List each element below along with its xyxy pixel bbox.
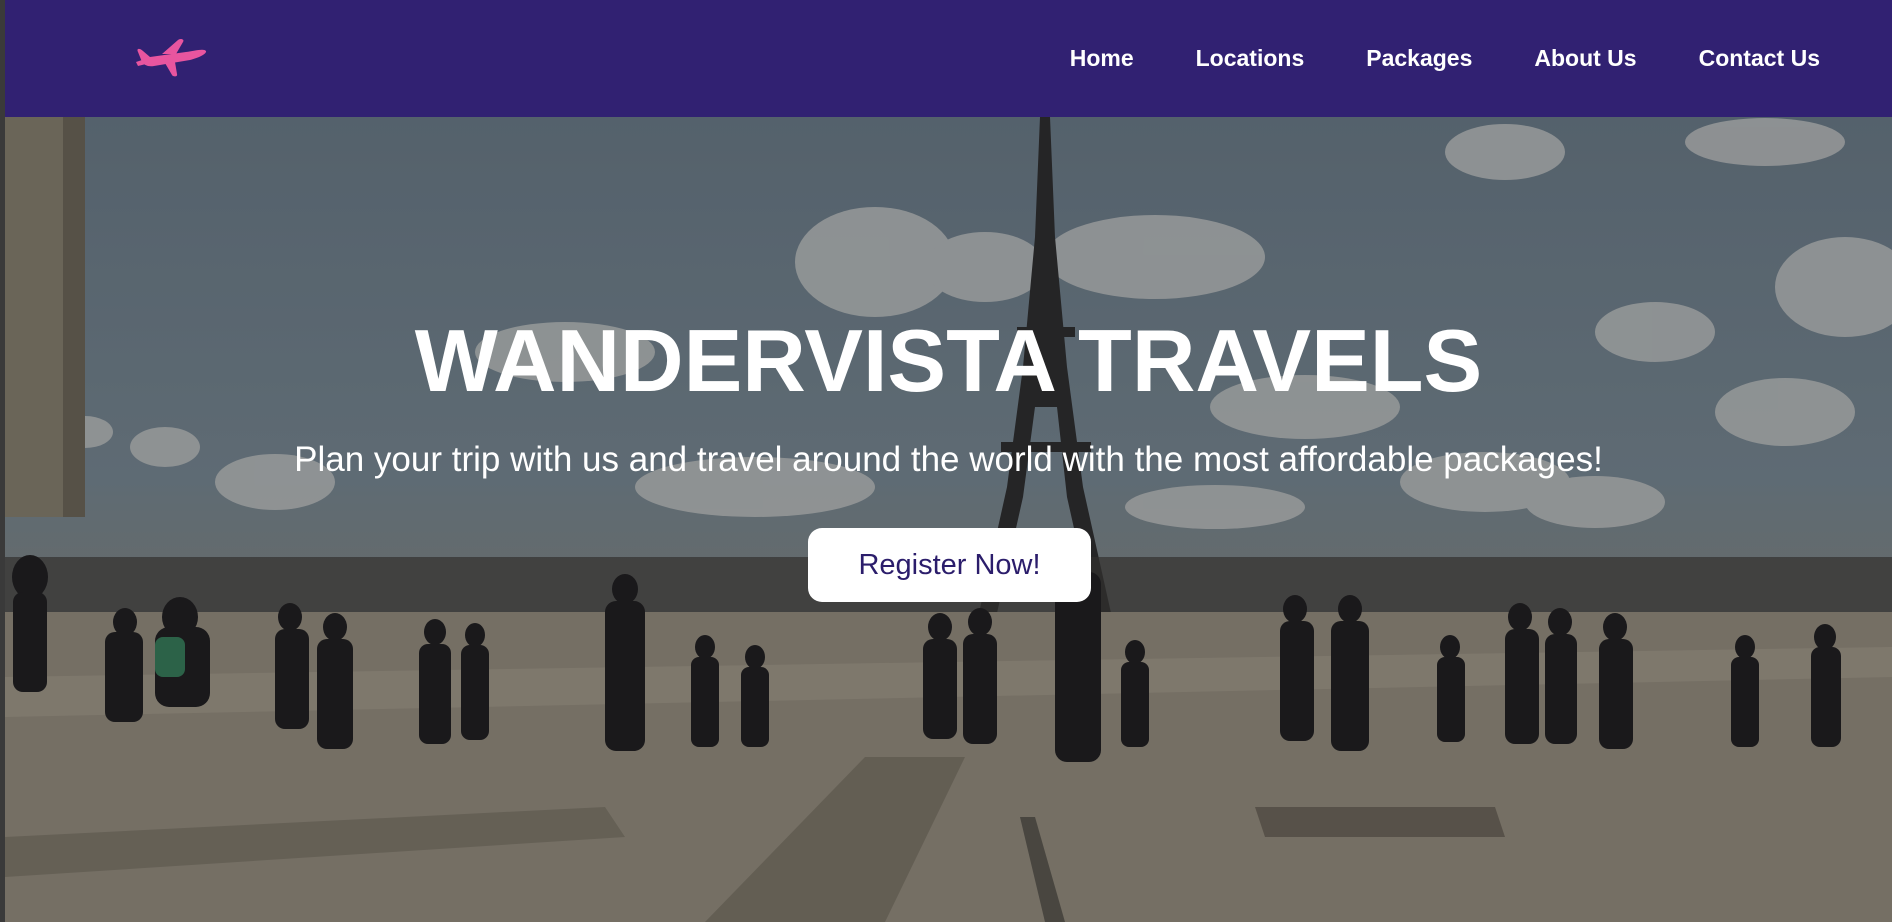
nav-contact-us[interactable]: Contact Us [1699, 45, 1820, 72]
register-now-button[interactable]: Register Now! [808, 528, 1091, 602]
main-nav: Home Locations Packages About Us Contact… [1070, 0, 1820, 117]
nav-packages[interactable]: Packages [1366, 45, 1472, 72]
nav-home[interactable]: Home [1070, 45, 1134, 72]
nav-locations[interactable]: Locations [1196, 45, 1305, 72]
airplane-icon[interactable] [132, 36, 208, 78]
page: Home Locations Packages About Us Contact… [5, 0, 1892, 922]
hero-subtitle: Plan your trip with us and travel around… [294, 440, 1603, 479]
hero-section: WANDERVISTA TRAVELS Plan your trip with … [5, 117, 1892, 922]
hero-title: WANDERVISTA TRAVELS [414, 311, 1483, 410]
nav-about-us[interactable]: About Us [1534, 45, 1636, 72]
hero-content: WANDERVISTA TRAVELS Plan your trip with … [5, 117, 1892, 922]
navbar: Home Locations Packages About Us Contact… [5, 0, 1892, 117]
